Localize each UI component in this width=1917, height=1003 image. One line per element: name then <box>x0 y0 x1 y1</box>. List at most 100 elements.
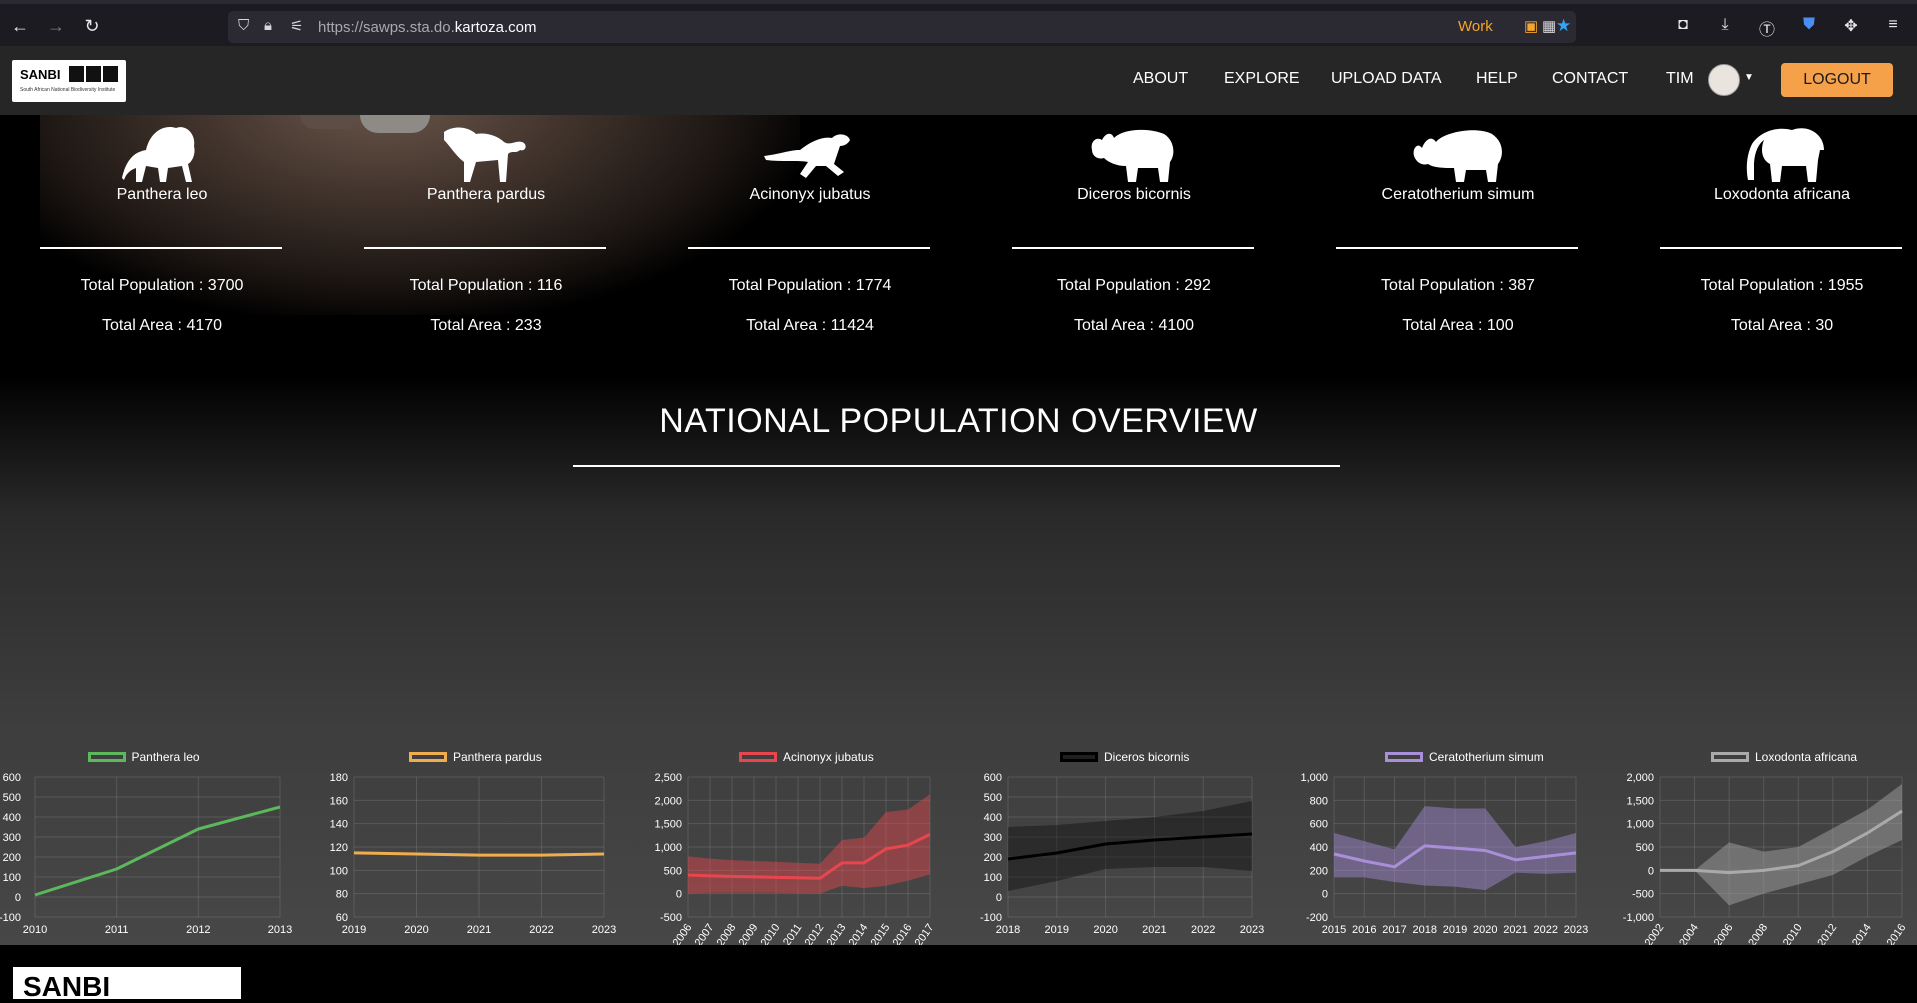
shield-icon[interactable]: ⛉ <box>238 17 249 34</box>
container-badge[interactable]: Work <box>1458 18 1493 35</box>
species-name: Loxodonta africana <box>1620 186 1917 204</box>
population-trend-chart[interactable]: 2,0001,5001,0005000-500-1,00020022004200… <box>1620 750 1917 945</box>
user-menu-name[interactable]: TIM <box>1666 70 1694 88</box>
chart-legend[interactable]: Acinonyx jubatus <box>739 750 874 766</box>
apps-grid-icon[interactable]: ▦ <box>1542 17 1556 35</box>
y-tick-label: 2,000 <box>654 795 682 807</box>
extension-t-icon[interactable]: Ⓣ <box>1757 16 1777 38</box>
chart-legend[interactable]: Panthera pardus <box>409 750 542 766</box>
total-population: Total Population : 1955 <box>1620 277 1917 295</box>
x-tick-label: 2022 <box>529 924 553 936</box>
logo-emblems <box>69 66 118 82</box>
y-tick-label: -100 <box>980 912 1002 924</box>
y-tick-label: 0 <box>676 889 682 901</box>
confidence-band <box>1660 784 1902 905</box>
legend-swatch <box>1385 752 1423 762</box>
total-population: Total Population : 1774 <box>648 277 972 295</box>
url-text[interactable]: https://sawps.sta.do.kartoza.com <box>318 19 536 36</box>
chart-plot: 180160140120100806020192020202120222023 <box>324 750 648 945</box>
y-tick-label: 200 <box>1310 865 1328 877</box>
x-tick-label: 2019 <box>1443 924 1467 936</box>
species-divider <box>364 247 606 249</box>
pocket-icon[interactable]: ◘ <box>1673 16 1693 38</box>
legend-label: Acinonyx jubatus <box>783 750 874 764</box>
population-trend-chart[interactable]: 1,0008006004002000-200201520162017201820… <box>1296 750 1620 945</box>
avatar[interactable] <box>1708 64 1740 96</box>
x-tick-label: 2012 <box>186 924 210 936</box>
x-tick-label: 2022 <box>1191 924 1215 936</box>
nav-explore[interactable]: EXPLORE <box>1224 70 1300 88</box>
logout-button[interactable]: LOGOUT <box>1781 63 1893 97</box>
extension-shield-icon[interactable]: ⛊ <box>1799 16 1819 38</box>
x-tick-label: 2023 <box>1240 924 1264 936</box>
chart-legend[interactable]: Ceratotherium simum <box>1385 750 1544 766</box>
total-area: Total Area : 233 <box>324 317 648 335</box>
x-tick-label: 2017 <box>1382 924 1406 936</box>
x-tick-label: 2021 <box>467 924 491 936</box>
y-tick-label: 140 <box>330 819 348 831</box>
address-bar[interactable]: ⛉ 🔒︎ ⚟ https://sawps.sta.do.kartoza.com … <box>228 11 1576 43</box>
chart-legend[interactable]: Diceros bicornis <box>1060 750 1189 766</box>
bookmark-star-icon[interactable]: ★ <box>1556 16 1571 36</box>
x-tick-label: 2010 <box>23 924 47 936</box>
y-tick-label: 60 <box>336 912 348 924</box>
species-name: Diceros bicornis <box>972 186 1296 204</box>
x-tick-label: 2018 <box>1413 924 1437 936</box>
total-population: Total Population : 387 <box>1296 277 1620 295</box>
browser-toolbar: ← → ↻ ⛉ 🔒︎ ⚟ https://sawps.sta.do.kartoz… <box>0 0 1917 46</box>
y-tick-label: -500 <box>660 912 682 924</box>
lock-icon[interactable]: 🔒︎ <box>264 17 272 34</box>
species-name: Panthera leo <box>0 186 324 204</box>
x-tick-label: 2023 <box>592 924 616 936</box>
legend-swatch <box>1711 752 1749 762</box>
y-tick-label: 1,000 <box>1626 819 1654 831</box>
nav-about[interactable]: ABOUT <box>1133 70 1188 88</box>
nav-help[interactable]: HELP <box>1476 70 1518 88</box>
species-card: Panthera leoTotal Population : 3700Total… <box>0 120 324 570</box>
chart-legend[interactable]: Loxodonta africana <box>1711 750 1857 766</box>
total-population: Total Population : 3700 <box>0 277 324 295</box>
permissions-icon[interactable]: ⚟ <box>290 17 303 35</box>
nav-contact[interactable]: CONTACT <box>1552 70 1628 88</box>
lion-icon <box>112 120 212 185</box>
nav-upload-data[interactable]: UPLOAD DATA <box>1331 70 1442 88</box>
chevron-down-icon[interactable]: ▼ <box>1744 72 1754 83</box>
species-divider <box>688 247 930 249</box>
y-tick-label: 160 <box>330 795 348 807</box>
y-tick-label: 2,000 <box>1626 772 1654 784</box>
x-tick-label: 2019 <box>1045 924 1069 936</box>
x-tick-label: 2011 <box>105 924 129 936</box>
total-population: Total Population : 292 <box>972 277 1296 295</box>
y-tick-label: 2,500 <box>654 772 682 784</box>
x-tick-label: 2022 <box>1534 924 1558 936</box>
chart-legend[interactable]: Panthera leo <box>88 750 200 766</box>
back-icon[interactable]: ← <box>10 16 30 36</box>
sanbi-logo[interactable]: SANBI South African National Biodiversit… <box>12 60 126 102</box>
site-header: SANBI South African National Biodiversit… <box>0 46 1917 115</box>
species-divider <box>1012 247 1254 249</box>
y-tick-label: 600 <box>984 772 1002 784</box>
population-trend-chart[interactable]: 6005004003002001000-1002010201120122013P… <box>0 750 324 945</box>
population-trend-chart[interactable]: 2,5002,0001,5001,0005000-500200620072008… <box>648 750 972 945</box>
download-icon[interactable]: ⤓ <box>1715 16 1735 38</box>
population-trend-chart[interactable]: 6005004003002001000-10020182019202020212… <box>972 750 1296 945</box>
total-area: Total Area : 100 <box>1296 317 1620 335</box>
menu-icon[interactable]: ≡ <box>1883 16 1903 38</box>
legend-swatch <box>88 752 126 762</box>
species-card: Ceratotherium simumTotal Population : 38… <box>1296 120 1620 570</box>
y-tick-label: 600 <box>3 772 21 784</box>
x-tick-label: 2020 <box>404 924 428 936</box>
footer-logo: SANBI <box>13 967 241 999</box>
reload-icon[interactable]: ↻ <box>82 16 102 36</box>
x-tick-label: 2015 <box>1322 924 1346 936</box>
population-trend-chart[interactable]: 180160140120100806020192020202120222023P… <box>324 750 648 945</box>
extensions-puzzle-icon[interactable]: ✥ <box>1841 16 1861 38</box>
elephant-icon <box>1732 120 1832 185</box>
briefcase-icon: ▣ <box>1524 17 1538 35</box>
species-card: Loxodonta africana Total Population : 195… <box>1620 120 1917 570</box>
species-card: Diceros bicornisTotal Population : 292To… <box>972 120 1296 570</box>
y-tick-label: 0 <box>996 892 1002 904</box>
chart-plot: 6005004003002001000-10020182019202020212… <box>972 750 1296 945</box>
forward-icon[interactable]: → <box>46 16 66 36</box>
y-tick-label: 0 <box>15 892 21 904</box>
